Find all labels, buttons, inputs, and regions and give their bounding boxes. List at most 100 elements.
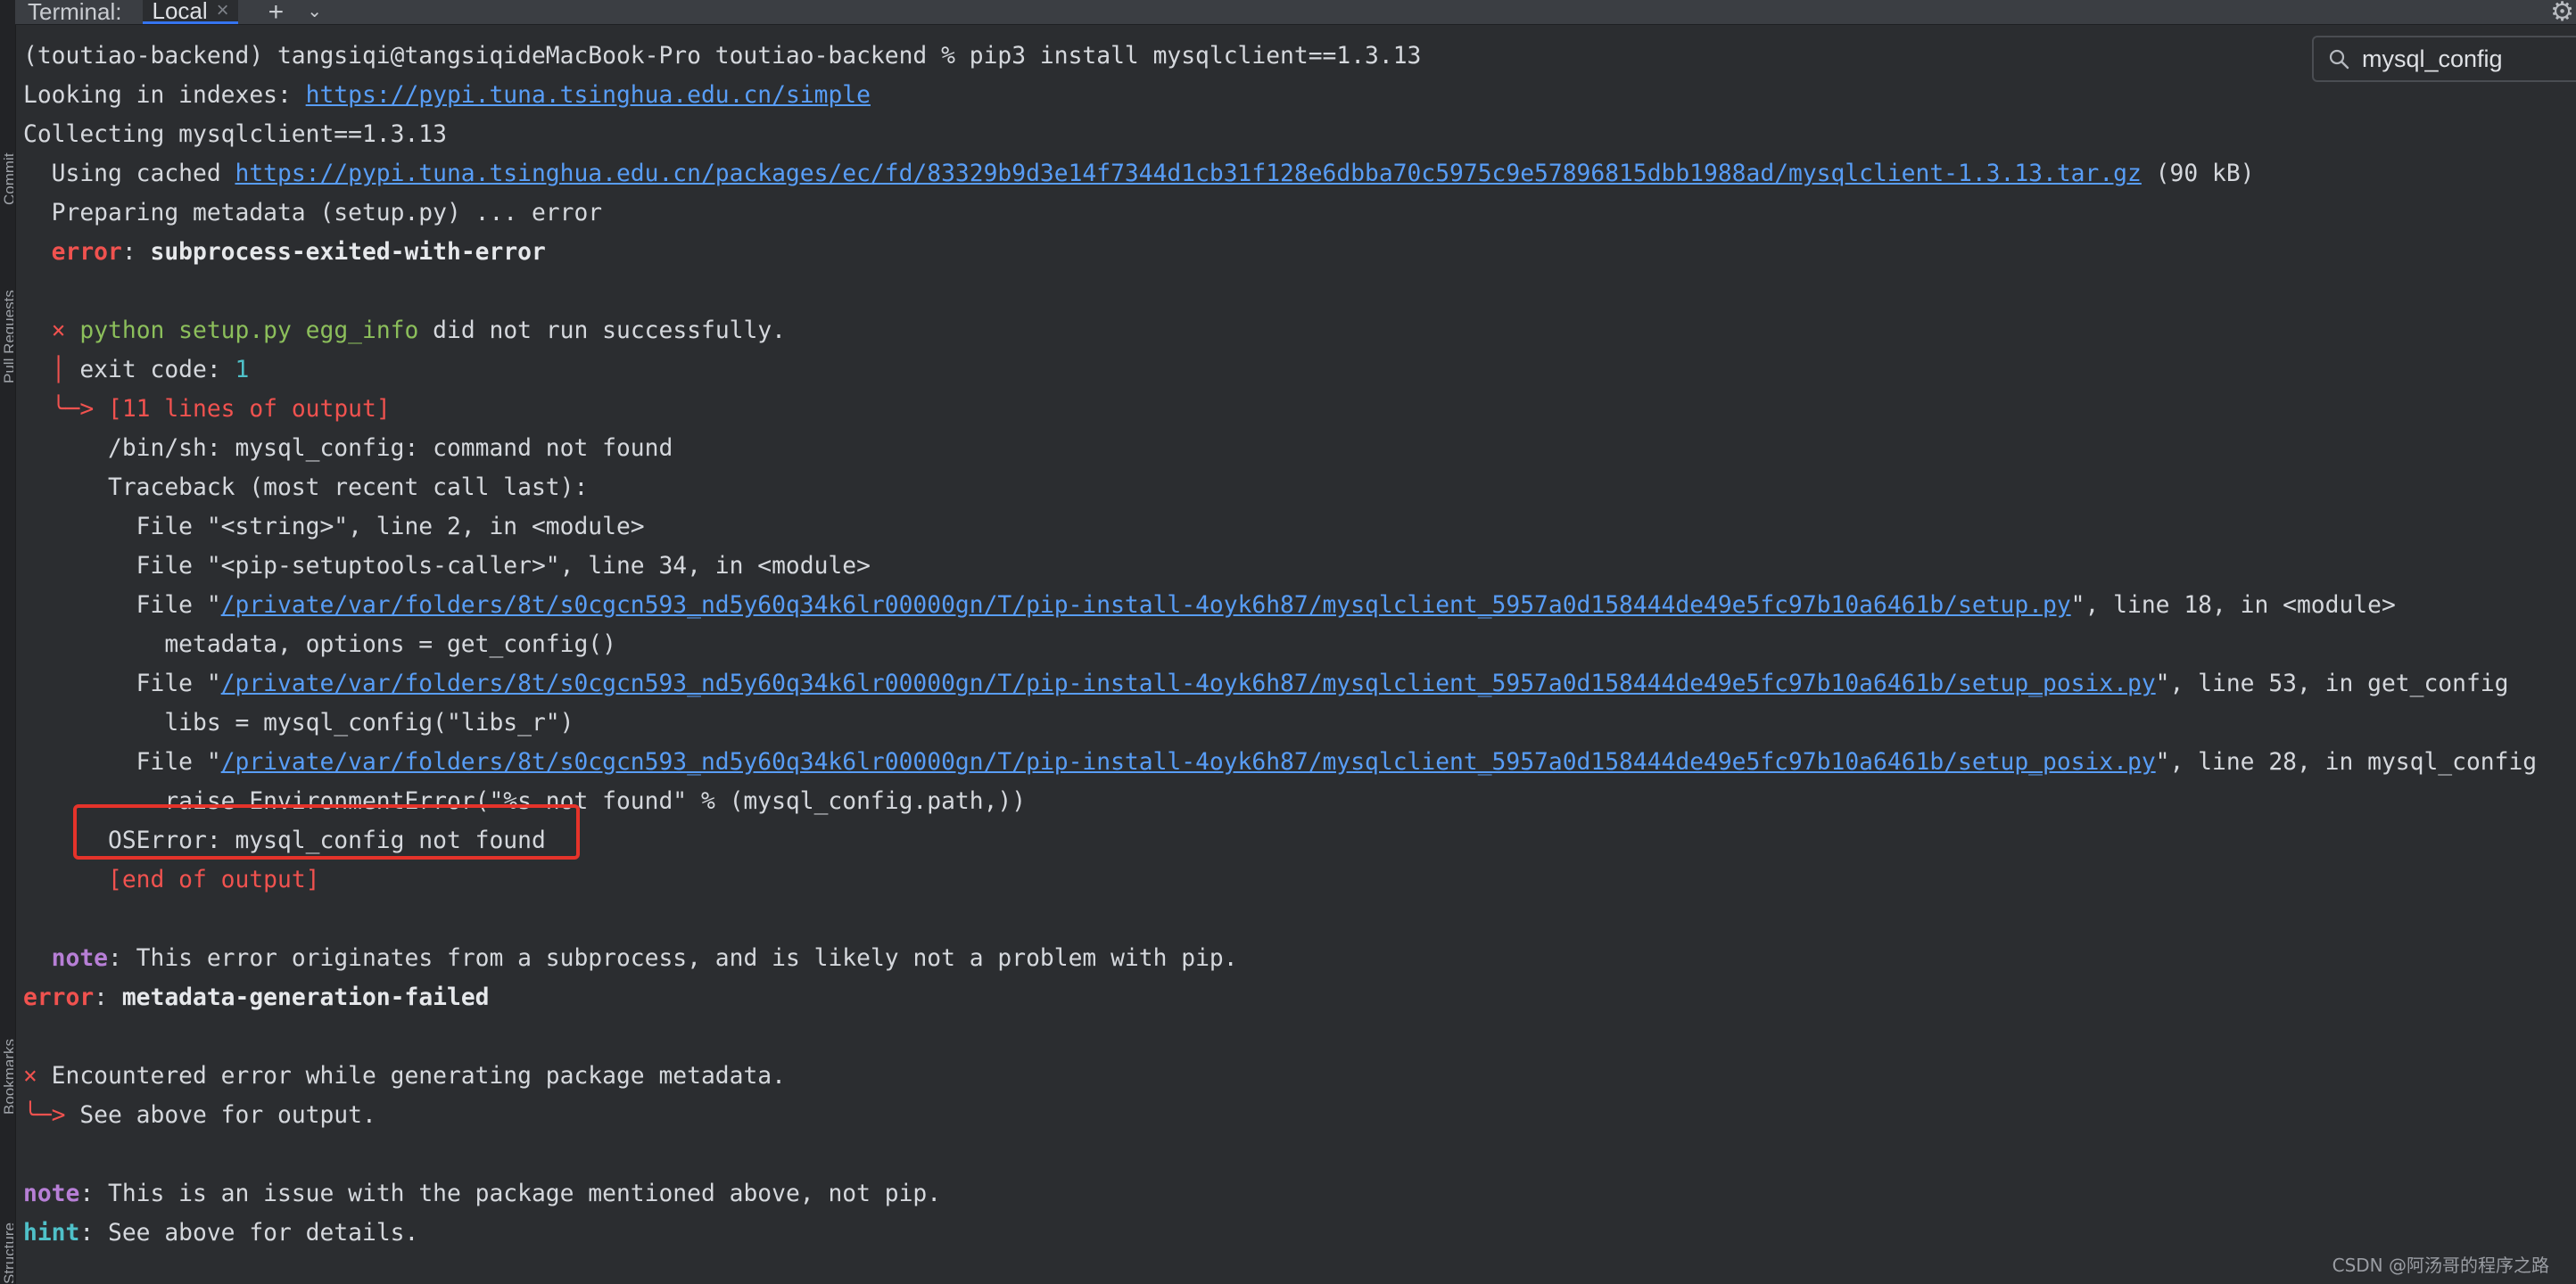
terminal-text: File "<pip-setuptools-caller>", line 34,… <box>23 553 871 580</box>
terminal-text: : <box>94 984 122 1011</box>
gear-icon[interactable]: ⚙ <box>2550 0 2574 28</box>
terminal-text: hint <box>23 1220 80 1247</box>
terminal-text: See above for output. <box>65 1102 376 1129</box>
terminal-output[interactable]: (toutiao-backend) tangsiqi@tangsiqideMac… <box>23 37 2576 1253</box>
terminal-text: note <box>23 1181 80 1207</box>
close-icon[interactable]: × <box>217 0 229 23</box>
terminal-line: File "<pip-setuptools-caller>", line 34,… <box>23 547 2576 586</box>
terminal-link[interactable]: /private/var/folders/8t/s0cgcn593_nd5y60… <box>221 592 2071 619</box>
terminal-text: Collecting mysqlclient==1.3.13 <box>23 121 447 148</box>
tab-local-label: Local <box>152 0 208 24</box>
terminal-text: error <box>23 984 95 1011</box>
terminal-line: × python setup.py egg_info did not run s… <box>23 311 2576 350</box>
terminal-line: Preparing metadata (setup.py) ... error <box>23 193 2576 233</box>
terminal-link[interactable]: /private/var/folders/8t/s0cgcn593_nd5y60… <box>221 671 2156 697</box>
terminal-text: did not run successfully. <box>418 317 786 344</box>
terminal-text: × <box>23 1063 37 1090</box>
terminal-text: Traceback (most recent call last): <box>23 474 589 501</box>
terminal-text: ╰─> <box>51 396 95 423</box>
terminal-line: (toutiao-backend) tangsiqi@tangsiqideMac… <box>23 37 2576 76</box>
terminal-text: : See above for details. <box>79 1220 419 1247</box>
side-tab-bookmarks[interactable]: Bookmarks <box>1 963 13 1115</box>
side-tab-pull-requests[interactable]: Pull Requests <box>1 214 13 383</box>
side-tab-structure[interactable]: Structure <box>1 1150 13 1284</box>
tab-local[interactable]: Local × <box>143 0 238 24</box>
terminal-text: Using cached <box>23 160 235 187</box>
terminal-line: File "/private/var/folders/8t/s0cgcn593_… <box>23 586 2576 625</box>
terminal-text: × <box>51 317 66 344</box>
terminal-text: /bin/sh: mysql_config: command not found <box>23 435 673 462</box>
terminal-line: Collecting mysqlclient==1.3.13 <box>23 115 2576 154</box>
left-tool-strip: Commit Pull Requests Bookmarks Structure <box>0 0 16 1284</box>
terminal-text: │ <box>51 357 66 383</box>
terminal-line: Traceback (most recent call last): <box>23 468 2576 507</box>
terminal-line: Using cached https://pypi.tuna.tsinghua.… <box>23 154 2576 193</box>
terminal-text: File " <box>23 749 221 776</box>
terminal-text: [11 lines of output] <box>108 396 391 423</box>
terminal-line: ╰─> See above for output. <box>23 1096 2576 1135</box>
terminal-panel-title: Terminal: <box>28 0 122 25</box>
terminal-line: Looking in indexes: https://pypi.tuna.ts… <box>23 76 2576 115</box>
terminal-text: Looking in indexes: <box>23 82 306 109</box>
terminal-line: note: This error originates from a subpr… <box>23 939 2576 978</box>
terminal-text: ╰─> <box>23 1102 66 1129</box>
terminal-line: [end of output] <box>23 860 2576 900</box>
terminal-text: metadata, options = get_config() <box>23 631 616 658</box>
side-tab-commit[interactable]: Commit <box>1 54 13 205</box>
terminal-line: │ exit code: 1 <box>23 350 2576 390</box>
terminal-text: File " <box>23 592 221 619</box>
terminal-text: note <box>51 945 109 972</box>
chevron-down-icon[interactable]: ⌄ <box>307 0 322 24</box>
new-tab-plus-icon[interactable]: + <box>268 0 285 26</box>
terminal-text: error <box>51 239 122 266</box>
terminal-text: ", line 18, in <module> <box>2070 592 2396 619</box>
terminal-text: File "<string>", line 2, in <module> <box>23 514 645 540</box>
terminal-text: (90 kB) <box>2141 160 2255 187</box>
terminal-line: ╰─> [11 lines of output] <box>23 390 2576 429</box>
terminal-line: error: subprocess-exited-with-error <box>23 233 2576 272</box>
terminal-line: File "/private/var/folders/8t/s0cgcn593_… <box>23 664 2576 704</box>
watermark: CSDN @阿汤哥的程序之路 <box>2332 1255 2549 1276</box>
terminal-text: Preparing metadata (setup.py) ... error <box>23 200 603 226</box>
terminal-text: exit code: <box>65 357 235 383</box>
terminal-text: subprocess-exited-with-error <box>150 239 546 266</box>
terminal-line: × Encountered error while generating pac… <box>23 1057 2576 1096</box>
terminal-line: note: This is an issue with the package … <box>23 1174 2576 1214</box>
terminal-text: : This is an issue with the package ment… <box>79 1181 942 1207</box>
terminal-text: metadata-generation-failed <box>121 984 490 1011</box>
terminal-text: ", line 53, in get_config <box>2155 671 2509 697</box>
terminal-text: : <box>121 239 151 266</box>
terminal-text: Encountered error while generating packa… <box>37 1063 786 1090</box>
terminal-text: : This error originates from a subproces… <box>108 945 1238 972</box>
terminal-link[interactable]: https://pypi.tuna.tsinghua.edu.cn/packag… <box>235 160 2141 187</box>
terminal-text: (toutiao-backend) tangsiqi@tangsiqideMac… <box>23 43 1422 70</box>
terminal-text: libs = mysql_config("libs_r") <box>23 710 574 737</box>
terminal-link[interactable]: https://pypi.tuna.tsinghua.edu.cn/simple <box>306 82 871 109</box>
terminal-line: /bin/sh: mysql_config: command not found <box>23 429 2576 468</box>
terminal-line: File "<string>", line 2, in <module> <box>23 507 2576 547</box>
terminal-tab-bar: Terminal: Local × + ⌄ ⚙ <box>15 0 2576 28</box>
terminal-text: [end of output] <box>108 867 320 893</box>
terminal-line: metadata, options = get_config() <box>23 625 2576 664</box>
terminal-text: 1 <box>235 357 250 383</box>
terminal-text: File " <box>23 671 221 697</box>
terminal-link[interactable]: /private/var/folders/8t/s0cgcn593_nd5y60… <box>221 749 2156 776</box>
terminal-line: error: metadata-generation-failed <box>23 978 2576 1017</box>
terminal-text: ", line 28, in mysql_config <box>2155 749 2538 776</box>
terminal-text: python setup.py egg_info <box>79 317 419 344</box>
terminal-line: hint: See above for details. <box>23 1214 2576 1253</box>
oserror-highlight-box <box>73 804 580 860</box>
terminal-line: libs = mysql_config("libs_r") <box>23 704 2576 743</box>
